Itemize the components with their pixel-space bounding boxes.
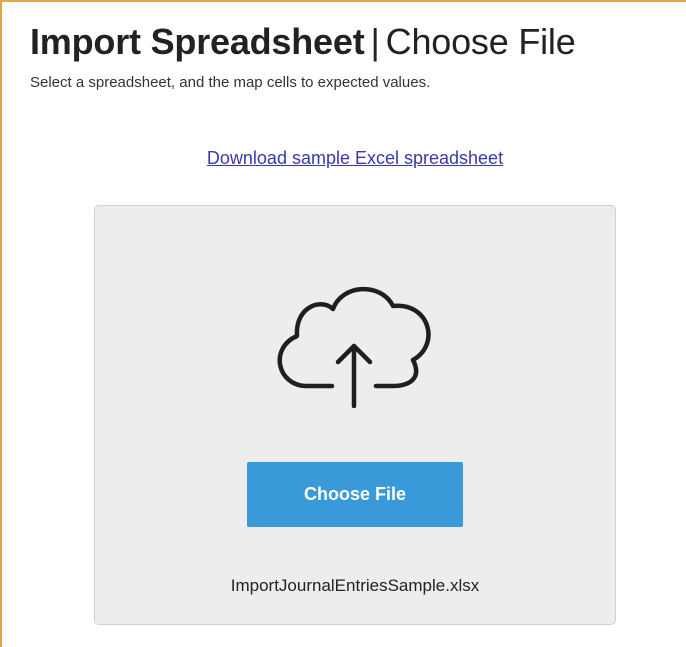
dialog-frame: Import Spreadsheet | Choose File Select a … — [0, 0, 686, 647]
choose-file-button[interactable]: Choose File — [247, 462, 463, 527]
page-title-separator: | — [370, 21, 380, 62]
page-title-step: Choose File — [385, 21, 576, 62]
page-title: Import Spreadsheet | Choose File — [30, 16, 576, 68]
selected-file-name: ImportJournalEntriesSample.xlsx — [230, 576, 480, 595]
page-title-main: Import Spreadsheet — [30, 21, 365, 62]
file-drop-zone[interactable]: Choose File ImportJournalEntriesSample.x… — [94, 205, 616, 625]
download-sample-link[interactable]: Download sample Excel spreadsheet — [2, 148, 686, 169]
cloud-upload-icon — [277, 286, 431, 408]
page-subtitle: Select a spreadsheet, and the map cells … — [30, 74, 431, 91]
